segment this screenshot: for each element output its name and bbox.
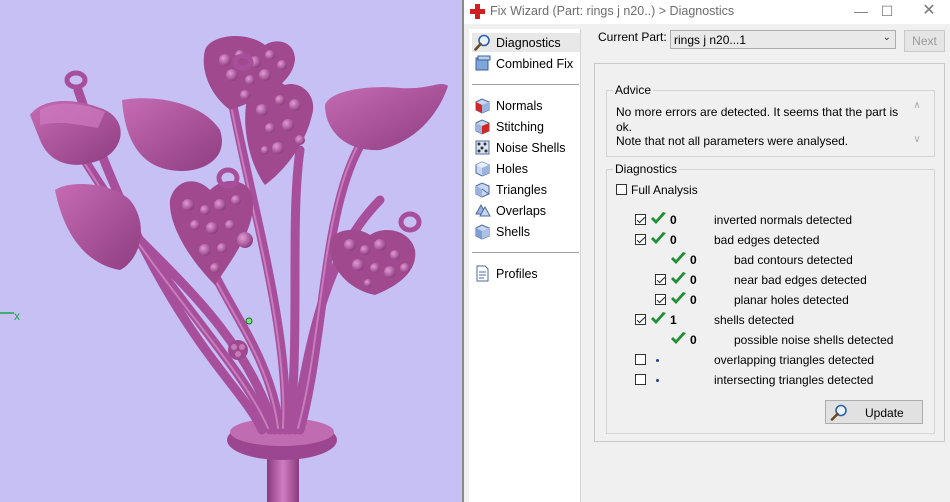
nav-item-label: Combined Fix (496, 56, 574, 71)
maximize-button[interactable]: ☐ (872, 2, 902, 20)
diagnostic-count: 0 (670, 213, 677, 227)
diagnostic-count: 0 (690, 253, 697, 267)
current-part-select[interactable]: rings j n20...1 ⌄ (670, 30, 896, 49)
nav-item-label: Diagnostics (496, 35, 561, 50)
diagnostic-checkbox[interactable] (635, 314, 646, 325)
nav-item-label: Shells (496, 224, 531, 239)
current-part-label: Current Part: (598, 30, 667, 44)
fix-wizard-dialog: Fix Wizard (Part: rings j n20..) > Diagn… (464, 0, 950, 502)
diagnostic-label: possible noise shells detected (734, 333, 894, 347)
red-cross-icon (470, 4, 485, 19)
diagnostics-panel: Advice No more errors are detected. It s… (594, 63, 945, 442)
diagnostic-count: 0 (690, 293, 697, 307)
diagnostic-label: overlapping triangles detected (714, 353, 875, 367)
advice-text: No more errors are detected. It seems th… (616, 105, 901, 149)
next-button[interactable]: Next (904, 30, 945, 52)
update-button[interactable]: Update (825, 400, 923, 424)
green-check-icon (671, 252, 686, 264)
diagnostics-group: Diagnostics Full Analysis 0 inverted norm… (606, 162, 935, 434)
diagnostic-count: 0 (690, 333, 697, 347)
chevron-down-icon: ⌄ (882, 32, 891, 43)
update-label: Update (865, 406, 904, 420)
stitching-cube-icon (475, 119, 490, 135)
nav-item-label: Triangles (496, 182, 547, 197)
magnifier-icon (830, 404, 847, 421)
title-bar[interactable]: Fix Wizard (Part: rings j n20..) > Diagn… (464, 0, 950, 24)
advice-line: No more errors are detected. It seems th… (616, 105, 899, 134)
shells-cube-icon (475, 224, 490, 240)
diagnostic-label: intersecting triangles detected (714, 373, 874, 387)
overlaps-icon (475, 203, 491, 217)
diagnostic-checkbox[interactable] (635, 374, 646, 385)
diagnostic-label: bad contours detected (734, 253, 853, 267)
nav-separator (472, 252, 579, 253)
nav-item-label: Stitching (496, 119, 544, 134)
diagnostics-title: Diagnostics (613, 162, 680, 176)
nav-item-label: Holes (496, 161, 528, 176)
combined-fix-icon (475, 55, 491, 71)
scroll-up-icon[interactable]: ∧ (909, 100, 925, 111)
nav-item-label: Profiles (496, 266, 538, 281)
green-check-icon (651, 232, 666, 244)
normals-cube-icon (475, 98, 490, 114)
advice-title: Advice (613, 83, 654, 97)
diagnostic-count: 0 (670, 233, 677, 247)
green-check-icon (671, 292, 686, 304)
profiles-document-icon (476, 265, 489, 282)
nav-item-triangles[interactable]: Triangles (472, 180, 580, 199)
holes-cube-icon (475, 161, 490, 177)
not-analysed-dot-icon (656, 359, 659, 362)
model-render (0, 35, 448, 502)
nav-item-stitching[interactable]: Stitching (472, 117, 580, 136)
nav-item-combined-fix[interactable]: Combined Fix (472, 54, 580, 73)
nav-item-normals[interactable]: Normals (472, 96, 580, 115)
diagnostic-count: 0 (690, 273, 697, 287)
wizard-navigation: Diagnostics Combined Fix Normals Stitchi… (469, 29, 581, 502)
green-check-icon (671, 272, 686, 284)
nav-item-label: Normals (496, 98, 543, 113)
diagnostic-checkbox[interactable] (655, 274, 666, 285)
green-check-icon (651, 312, 666, 324)
diagnostic-checkbox[interactable] (635, 354, 646, 365)
nav-item-overlaps[interactable]: Overlaps (472, 201, 580, 220)
triangles-cube-icon (475, 182, 490, 198)
green-check-icon (651, 212, 666, 224)
nav-item-label: Noise Shells (496, 140, 566, 155)
nav-item-profiles[interactable]: Profiles (472, 264, 580, 283)
magnifier-icon (474, 34, 490, 51)
diagnostic-label: bad edges detected (714, 233, 820, 247)
diagnostic-label: near bad edges detected (734, 273, 867, 287)
nav-separator (472, 84, 579, 85)
nav-item-shells[interactable]: Shells (472, 222, 580, 241)
x-axis-label: x (14, 309, 20, 323)
diagnostic-checkbox[interactable] (635, 234, 646, 245)
diagnostic-label: shells detected (714, 313, 795, 327)
full-analysis-label: Full Analysis (631, 183, 698, 197)
nav-item-holes[interactable]: Holes (472, 159, 580, 178)
diagnostic-checkbox[interactable] (635, 214, 646, 225)
nav-item-label: Overlaps (496, 203, 547, 218)
advice-group: Advice No more errors are detected. It s… (606, 83, 935, 157)
diagnostic-checkbox[interactable] (655, 294, 666, 305)
close-button[interactable]: ✕ (914, 2, 944, 20)
window-title: Fix Wizard (Part: rings j n20..) > Diagn… (490, 4, 735, 18)
scroll-down-icon[interactable]: ∨ (909, 134, 925, 145)
advice-line: Note that not all parameters were analys… (616, 134, 849, 148)
green-check-icon (671, 332, 686, 344)
nav-item-diagnostics[interactable]: Diagnostics (472, 33, 580, 52)
noise-shells-icon (475, 140, 490, 155)
diagnostic-label: inverted normals detected (714, 213, 853, 227)
not-analysed-dot-icon (656, 379, 659, 382)
diagnostic-label: planar holes detected (734, 293, 849, 307)
3d-viewport[interactable]: x (0, 0, 462, 502)
current-part-value: rings j n20...1 (674, 33, 747, 47)
diagnostic-count: 1 (670, 313, 677, 327)
full-analysis-checkbox[interactable] (616, 184, 627, 195)
nav-item-noise-shells[interactable]: Noise Shells (472, 138, 580, 157)
advice-scrollbar[interactable]: ∧ ∨ (909, 100, 925, 150)
